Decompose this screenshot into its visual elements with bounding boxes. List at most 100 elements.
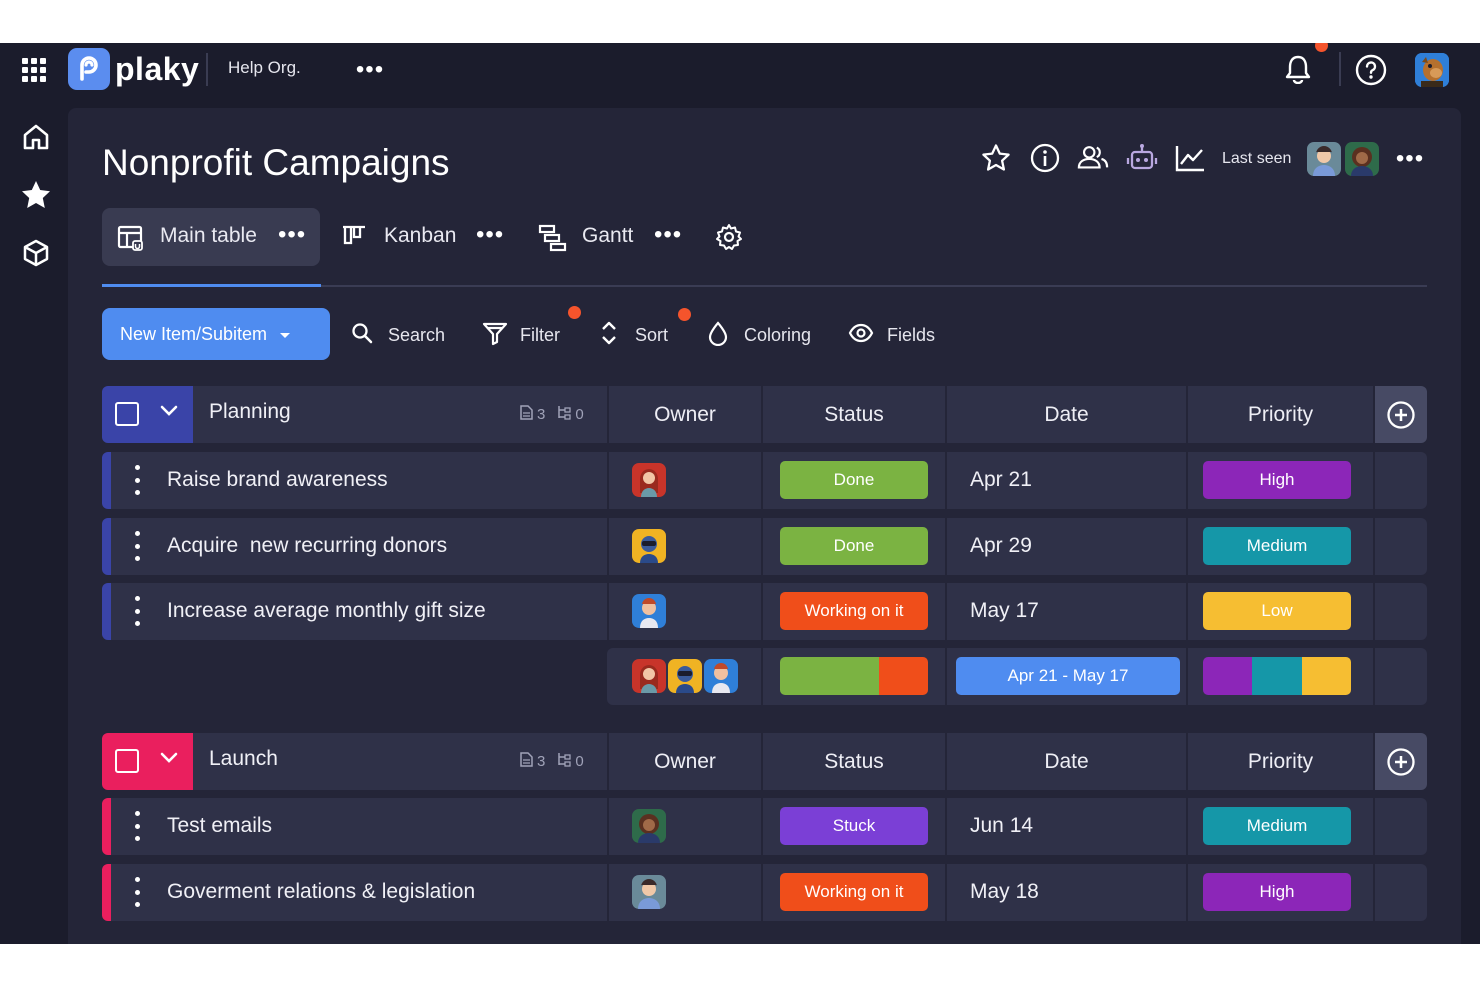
new-item-button[interactable]: New Item/Subitem (102, 308, 330, 360)
column-header-owner[interactable]: Owner (609, 733, 761, 790)
priority-pill[interactable]: Medium (1203, 527, 1351, 565)
column-header-date[interactable]: Date (947, 386, 1186, 443)
tab-label: Kanban (384, 224, 457, 247)
board-title: Nonprofit Campaigns (102, 142, 450, 183)
chevron-down-icon[interactable] (160, 751, 178, 769)
home-icon[interactable] (18, 119, 54, 155)
item-name[interactable]: Increase average monthly gift size (167, 599, 486, 623)
item-name[interactable]: Acquire new recurring donors (167, 534, 447, 558)
select-group-checkbox[interactable] (115, 749, 139, 773)
bell-icon[interactable] (1282, 53, 1314, 85)
table-row[interactable]: Acquire new recurring donors Done Apr 29… (102, 518, 1427, 575)
coloring-button[interactable]: Coloring (707, 320, 811, 350)
select-group-checkbox[interactable] (115, 402, 139, 426)
row-menu-icon[interactable] (133, 811, 141, 841)
sort-active-dot (678, 308, 691, 321)
tab-gantt[interactable]: Gantt ••• (538, 208, 688, 266)
group-title[interactable]: Planning (209, 400, 291, 424)
distribution-segment (1301, 657, 1351, 695)
status-pill[interactable]: Done (780, 461, 928, 499)
tab-more-button[interactable]: ••• (476, 223, 504, 247)
star-icon[interactable] (18, 177, 54, 213)
tab-label: Main table (160, 224, 257, 247)
priority-pill[interactable]: High (1203, 873, 1351, 911)
fields-button[interactable]: Fields (848, 320, 935, 350)
distribution-segment (1203, 657, 1253, 695)
item-name[interactable]: Test emails (167, 814, 272, 838)
column-header-priority[interactable]: Priority (1188, 733, 1373, 790)
search-label: Search (388, 324, 446, 345)
members-icon[interactable] (1077, 142, 1109, 174)
avatar[interactable] (1307, 142, 1341, 176)
cube-icon[interactable] (18, 235, 54, 271)
help-icon[interactable] (1354, 53, 1388, 87)
priority-pill[interactable]: Medium (1203, 807, 1351, 845)
row-color-bar (102, 798, 111, 855)
avatar[interactable] (632, 463, 666, 497)
plaky-logo-icon[interactable] (68, 48, 110, 90)
date-value: Apr 21 (970, 468, 1032, 491)
row-menu-icon[interactable] (133, 531, 141, 561)
gantt-icon (538, 223, 568, 259)
table-row[interactable]: Raise brand awareness Done Apr 21 High (102, 452, 1427, 509)
date-value: May 18 (970, 880, 1039, 903)
avatar[interactable] (632, 809, 666, 843)
column-header-status[interactable]: Status (763, 733, 945, 790)
avatar[interactable] (632, 529, 666, 563)
tab-more-button[interactable]: ••• (278, 223, 306, 247)
new-item-label: New Item/Subitem (120, 323, 268, 344)
droplet-icon (707, 320, 729, 351)
subitem-icon (557, 752, 571, 771)
org-name[interactable]: Help Org. (228, 58, 301, 78)
empty-cell (1375, 452, 1427, 509)
filter-button[interactable]: Filter (482, 320, 560, 350)
search-button[interactable]: Search (350, 320, 445, 350)
avatar[interactable] (632, 594, 666, 628)
org-more-button[interactable]: ••• (354, 58, 386, 82)
subitem-count: 0 (575, 406, 584, 423)
column-header-date[interactable]: Date (947, 733, 1186, 790)
grid-apps-icon[interactable] (20, 56, 48, 84)
row-menu-icon[interactable] (133, 596, 141, 626)
tab-label: Gantt (582, 224, 634, 247)
info-icon[interactable] (1029, 142, 1061, 174)
table-row[interactable]: Goverment relations & legislation Workin… (102, 864, 1427, 921)
status-pill[interactable]: Working on it (780, 873, 928, 911)
user-avatar[interactable] (1415, 53, 1449, 87)
add-column-button[interactable] (1375, 386, 1427, 443)
chevron-down-icon[interactable] (160, 404, 178, 422)
item-name[interactable]: Raise brand awareness (167, 468, 388, 492)
avatar[interactable] (632, 875, 666, 909)
status-pill[interactable]: Done (780, 527, 928, 565)
group-title[interactable]: Launch (209, 747, 278, 771)
table-row[interactable]: Test emails Stuck Jun 14 Medium (102, 798, 1427, 855)
activity-icon[interactable] (1174, 142, 1206, 174)
settings-gear-icon[interactable] (713, 221, 745, 253)
item-name[interactable]: Goverment relations & legislation (167, 880, 475, 904)
tab-main-table[interactable]: Main table ••• (102, 208, 320, 266)
board-more-button[interactable]: ••• (1394, 147, 1426, 171)
distribution-segment (878, 657, 928, 695)
empty-cell (1375, 583, 1427, 640)
automation-icon[interactable] (1126, 142, 1158, 174)
status-distribution-bar (780, 657, 928, 695)
date-range-pill: Apr 21 - May 17 (956, 657, 1180, 695)
priority-pill[interactable]: High (1203, 461, 1351, 499)
status-pill[interactable]: Working on it (780, 592, 928, 630)
empty-cell (1375, 864, 1427, 921)
filter-icon (482, 320, 508, 351)
column-header-status[interactable]: Status (763, 386, 945, 443)
priority-pill[interactable]: Low (1203, 592, 1351, 630)
star-icon[interactable] (980, 142, 1012, 174)
status-pill[interactable]: Stuck (780, 807, 928, 845)
avatar[interactable] (1345, 142, 1379, 176)
row-menu-icon[interactable] (133, 877, 141, 907)
tab-more-button[interactable]: ••• (654, 223, 682, 247)
column-header-owner[interactable]: Owner (609, 386, 761, 443)
row-menu-icon[interactable] (133, 465, 141, 495)
column-header-priority[interactable]: Priority (1188, 386, 1373, 443)
table-row[interactable]: Increase average monthly gift size Worki… (102, 583, 1427, 640)
tab-kanban[interactable]: Kanban ••• (340, 208, 508, 266)
sort-button[interactable]: Sort (599, 320, 668, 350)
add-column-button[interactable] (1375, 733, 1427, 790)
